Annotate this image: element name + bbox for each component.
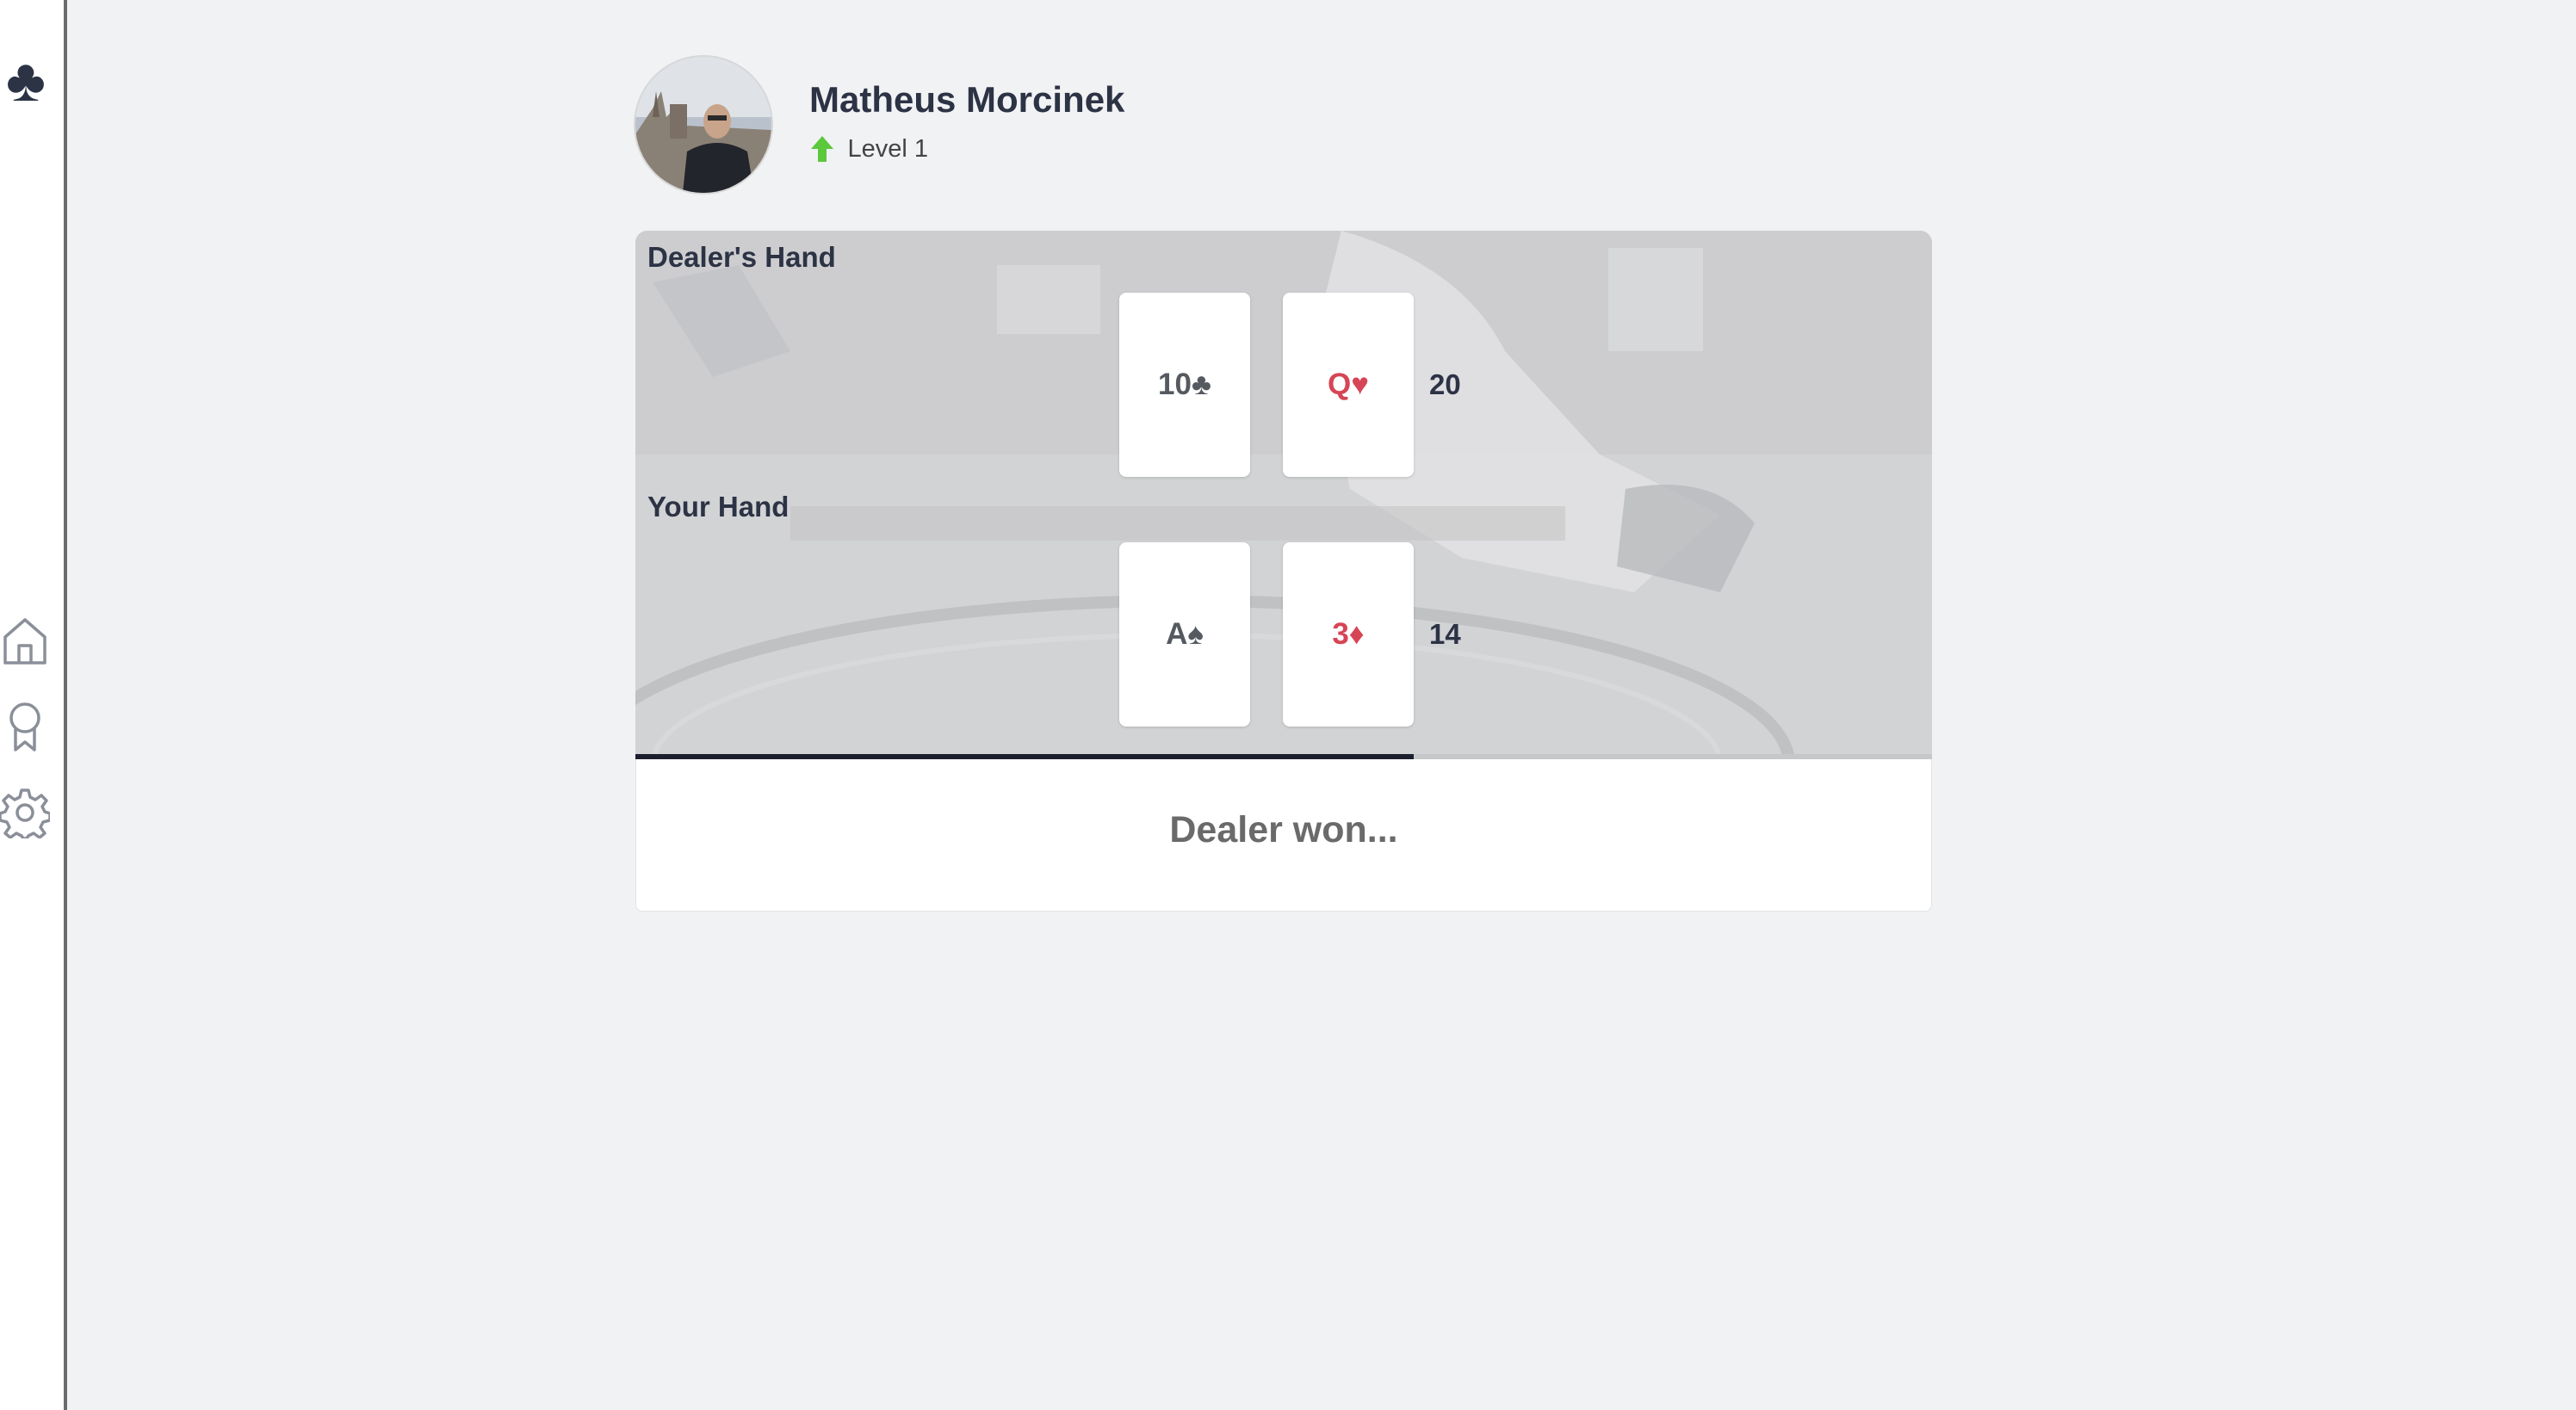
home-icon[interactable] — [0, 615, 50, 666]
card-suit-icon: ♥ — [1351, 368, 1369, 401]
player-hand-title: Your Hand — [647, 491, 790, 523]
level-indicator: Level 1 — [809, 134, 928, 169]
gear-icon[interactable] — [0, 787, 52, 840]
level-label: Level 1 — [847, 134, 928, 163]
dealer-card: Q ♥ — [1283, 293, 1414, 477]
dealer-score: 20 — [1429, 368, 1461, 400]
card-suit-icon: ♣ — [1191, 368, 1211, 401]
sidebar: ♣ — [0, 0, 67, 1410]
result-panel: Dealer won... — [635, 759, 1932, 912]
player-name: Matheus Morcinek — [809, 79, 1125, 120]
card-rank: 3 — [1332, 617, 1349, 651]
card-rank: 10 — [1158, 368, 1192, 401]
dealer-hand-title: Dealer's Hand — [647, 241, 836, 273]
player-score: 14 — [1429, 618, 1461, 650]
card-rank: A — [1166, 617, 1188, 651]
result-message: Dealer won... — [1169, 809, 1398, 850]
club-logo-icon: ♣ — [6, 46, 46, 114]
card-rank: Q — [1327, 368, 1352, 401]
avatar[interactable] — [635, 57, 771, 193]
award-icon[interactable] — [0, 701, 50, 752]
player-card: 3 ♦ — [1283, 542, 1414, 727]
dealer-card: 10 ♣ — [1119, 293, 1250, 477]
player-card: A ♠ — [1119, 542, 1250, 727]
card-suit-icon: ♦ — [1348, 617, 1365, 651]
arrow-up-icon — [809, 134, 835, 164]
card-suit-icon: ♠ — [1187, 617, 1204, 651]
blackjack-table: Dealer's Hand 10 ♣ Q ♥ 20 Your Hand A ♠ 3 ♦ … — [635, 231, 1932, 759]
